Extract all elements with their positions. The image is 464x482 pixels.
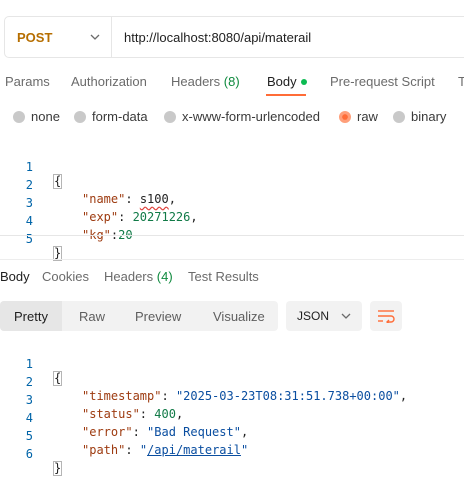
- tab-pre-request-script[interactable]: Pre-request Script: [330, 74, 435, 89]
- tab-headers-label: Headers: [171, 74, 221, 89]
- radio-binary[interactable]: binary: [393, 109, 446, 124]
- radio-label: binary: [411, 109, 447, 124]
- tab-body-label: Body: [267, 74, 297, 89]
- url-input[interactable]: http://localhost:8080/api/materail: [112, 30, 311, 45]
- close-brace: }: [52, 461, 63, 476]
- tab-cookies[interactable]: Cookies: [42, 269, 89, 284]
- code-line: 6 }: [0, 433, 464, 476]
- code-line: 1 {: [0, 343, 464, 386]
- wrap-lines-button[interactable]: [370, 301, 402, 331]
- code-text: }: [52, 246, 63, 261]
- response-divider: [0, 259, 464, 260]
- chevron-down-icon: [341, 313, 351, 319]
- request-bar: POST http://localhost:8080/api/materail: [4, 16, 464, 58]
- code-line: 5 }: [0, 218, 464, 261]
- code-line: 2 "timestamp": "2025-03-23T08:31:51.738+…: [0, 361, 464, 403]
- tab-params[interactable]: Params: [5, 74, 50, 89]
- tab-body[interactable]: Body: [267, 74, 307, 89]
- tab-tests[interactable]: T: [458, 74, 464, 89]
- method-label: POST: [17, 29, 53, 45]
- radio-raw[interactable]: raw: [339, 109, 378, 124]
- radio-dot-selected: [339, 110, 351, 123]
- tab-authorization[interactable]: Authorization: [71, 74, 147, 89]
- format-label: JSON: [297, 309, 330, 323]
- radio-label: raw: [357, 109, 378, 124]
- code-line: 1 {: [0, 146, 464, 189]
- radio-form-data[interactable]: form-data: [74, 109, 148, 124]
- code-line: 4 "error": "Bad Request",: [0, 397, 464, 439]
- format-select[interactable]: JSON: [286, 301, 362, 331]
- active-tab-underline: [266, 94, 306, 96]
- radio-dot: [393, 110, 405, 123]
- view-pretty[interactable]: Pretty: [0, 301, 62, 331]
- view-raw[interactable]: Raw: [79, 301, 105, 331]
- editor-divider: [0, 235, 464, 236]
- code-line: 3 "status": 400,: [0, 379, 464, 421]
- tab-response-headers[interactable]: Headers (4): [104, 269, 173, 284]
- tab-headers[interactable]: Headers (8): [171, 74, 240, 89]
- body-type-radios: none form-data x-www-form-urlencoded raw…: [0, 109, 464, 127]
- radio-label: form-data: [92, 109, 148, 124]
- tab-response-headers-label: Headers: [104, 269, 154, 284]
- response-headers-count-badge: (4): [156, 269, 173, 284]
- radio-label: x-www-form-urlencoded: [182, 109, 320, 124]
- code-line: 2 "name": s100,: [0, 164, 464, 206]
- view-preview[interactable]: Preview: [135, 301, 181, 331]
- code-line: 4 "kg":20: [0, 200, 464, 242]
- radio-none[interactable]: none: [13, 109, 60, 124]
- radio-dot: [164, 110, 176, 123]
- code-line: 3 "exp": 20271226,: [0, 182, 464, 224]
- code-text: }: [52, 461, 63, 476]
- request-tabs: Params Authorization Headers (8) Body Pr…: [0, 72, 464, 100]
- code-line: 5 "path": "/api/materail": [0, 415, 464, 457]
- response-tabs: Body Cookies Headers (4) Test Results: [0, 269, 464, 287]
- line-number: 6: [25, 447, 33, 461]
- body-indicator-dot: [300, 78, 307, 85]
- chevron-down-icon: [90, 34, 100, 40]
- radio-urlencoded[interactable]: x-www-form-urlencoded: [164, 109, 320, 124]
- tab-test-results[interactable]: Test Results: [188, 269, 259, 284]
- headers-count-badge: (8): [223, 74, 240, 89]
- tab-response-body[interactable]: Body: [0, 269, 30, 284]
- view-visualize[interactable]: Visualize: [213, 301, 265, 331]
- view-mode-selector: Pretty Raw Preview Visualize: [0, 301, 278, 331]
- radio-label: none: [31, 109, 60, 124]
- radio-dot: [13, 110, 25, 123]
- wrap-lines-icon: [378, 310, 395, 323]
- method-select[interactable]: POST: [5, 17, 112, 57]
- radio-dot: [74, 110, 86, 123]
